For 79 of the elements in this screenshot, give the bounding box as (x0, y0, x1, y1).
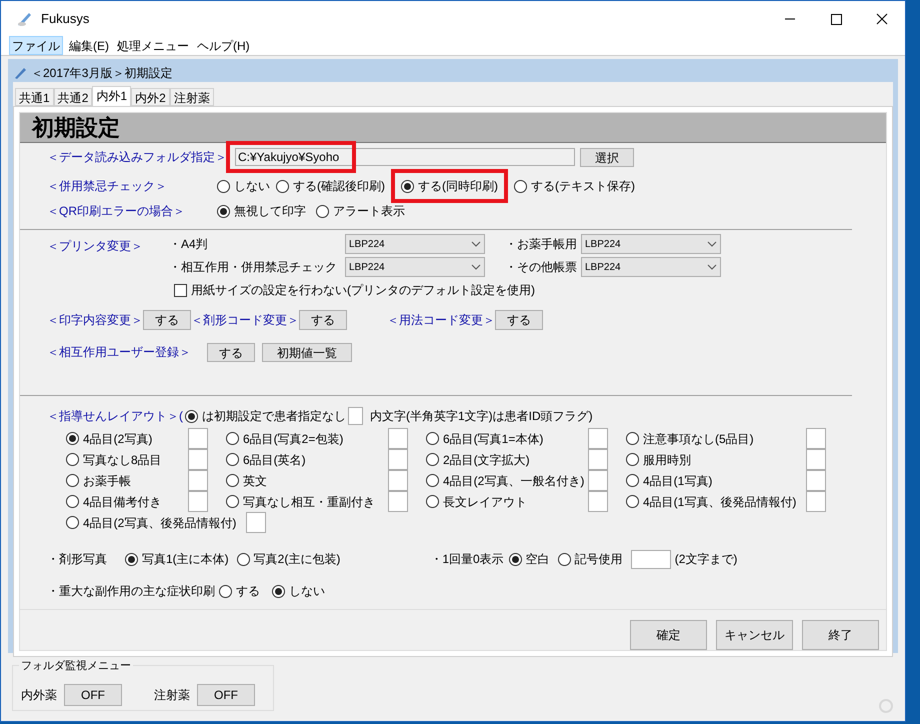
menu-item[interactable]: ファイル (9, 36, 63, 55)
section-label: ＜印字内容変更＞ (47, 312, 143, 329)
field-label: ・相互作用・併用禁忌チェック (169, 259, 338, 276)
field-label: ・1回量0表示 (430, 551, 504, 568)
radio-option[interactable]: 記号使用 (558, 550, 623, 568)
section-label: ＜データ読み込みフォルダ指定＞ (47, 149, 225, 166)
printer-dropdown[interactable]: LBP224 (581, 257, 721, 277)
radio-option[interactable]: 英文 (226, 472, 267, 490)
window-title: Fukusys (41, 10, 90, 28)
radio-option[interactable]: 4品目備考付き (66, 492, 162, 510)
section-label: ＜プリンタ変更＞ (47, 238, 144, 255)
radio-option[interactable]: 服用時別 (626, 450, 691, 468)
tab[interactable]: 共通1 (15, 88, 54, 106)
section-label: ＜剤形コード変更＞ (191, 312, 299, 329)
radio-option[interactable]: 4品目(2写真) (66, 430, 152, 448)
section-label: ＜併用禁忌チェック＞ (47, 178, 168, 195)
section-heading: 初期設定 (20, 113, 886, 143)
action-button[interactable]: する (299, 310, 347, 330)
radio-option[interactable]: 6品目(写真2=包装) (226, 430, 344, 448)
field-label: ・重大な副作用の主な症状印刷 (47, 583, 215, 600)
action-button[interactable]: OFF (197, 684, 255, 706)
tab[interactable]: 内外1 (92, 86, 132, 106)
dialog-title: ＜2017年3月版＞初期設定 (31, 65, 172, 82)
action-button[interactable]: キャンセル (716, 620, 793, 650)
printer-dropdown[interactable]: LBP224 (345, 234, 485, 254)
section-label: ＜指導せんレイアウト＞( (47, 408, 183, 425)
radio-option[interactable]: する(確認後印刷) (276, 177, 385, 195)
radio-option[interactable]: 写真なし相互・重副付き (226, 492, 375, 510)
action-button[interactable]: 初期値一覧 (262, 342, 352, 362)
action-button[interactable]: する (143, 310, 191, 330)
action-button[interactable]: OFF (64, 684, 122, 706)
folder-path-field[interactable]: C:¥Yakujyo¥Syoho (235, 148, 575, 166)
radio-option[interactable]: しない (217, 177, 270, 195)
radio-option[interactable]: 空白 (508, 550, 550, 568)
action-button[interactable]: する (207, 342, 255, 362)
radio-option[interactable]: 6品目(写真1=本体) (426, 430, 544, 448)
radio-option[interactable]: 4品目(1写真、後発品情報付) (626, 492, 796, 510)
radio-option[interactable]: 4品目(1写真) (626, 472, 712, 490)
field-label: ・剤形写真 (47, 551, 108, 568)
note-text: (2文字まで) (674, 551, 738, 568)
field-label: 注射薬 (154, 687, 190, 704)
radio-option[interactable]: お薬手帳 (66, 472, 131, 490)
radio-option[interactable]: 2品目(文字拡大) (426, 450, 530, 468)
action-button[interactable]: 選択 (580, 148, 634, 166)
radio-option[interactable]: は初期設定で患者指定なし (185, 407, 346, 425)
field-label: 内外薬 (21, 687, 57, 704)
menu-item[interactable]: 編集(E) (67, 36, 111, 55)
field-label: ・その他帳票 (504, 259, 578, 276)
radio-option[interactable]: しない (272, 582, 325, 600)
action-button[interactable]: 終了 (802, 620, 879, 650)
field-label: ・A4判 (169, 236, 209, 253)
field-label: ・お薬手帳用 (504, 236, 578, 253)
menu-item[interactable]: 処理メニュー (115, 36, 191, 55)
action-button[interactable]: する (495, 310, 543, 330)
section-label: ＜用法コード変更＞ (387, 312, 495, 329)
tab[interactable]: 共通2 (54, 88, 92, 106)
section-label: ＜QR印刷エラーの場合＞ (47, 203, 186, 220)
radio-option[interactable]: アラート表示 (316, 202, 405, 220)
radio-option[interactable]: 長文レイアウト (426, 492, 527, 510)
section-label: ＜相互作用ユーザー登録＞ (47, 344, 192, 361)
action-button[interactable]: 確定 (630, 620, 707, 650)
radio-option[interactable]: 写真2(主に包装) (236, 550, 340, 568)
tab[interactable]: 注射薬 (170, 88, 214, 106)
radio-option[interactable]: する(同時印刷) (401, 177, 498, 195)
tab[interactable]: 内外2 (131, 88, 170, 106)
printer-dropdown[interactable]: LBP224 (345, 257, 485, 277)
radio-option[interactable]: する(テキスト保存) (514, 177, 635, 195)
checkbox-option[interactable]: 用紙サイズの設定を行わない(プリンタのデフォルト設定を使用) (174, 281, 721, 299)
radio-option[interactable]: 写真なし8品目 (66, 450, 162, 468)
radio-option[interactable]: 注意事項なし(5品目) (626, 430, 754, 448)
printer-dropdown[interactable]: LBP224 (581, 234, 721, 254)
radio-option[interactable]: 4品目(2写真、後発品情報付) (66, 514, 236, 532)
menu-item[interactable]: ヘルプ(H) (195, 36, 252, 55)
radio-option[interactable]: 6品目(英名) (226, 450, 306, 468)
note-text: 内文字(半角英字1文字)は患者ID頭フラグ) (370, 408, 593, 425)
radio-option[interactable]: する (219, 582, 260, 600)
radio-option[interactable]: 写真1(主に本体) (125, 550, 229, 568)
radio-option[interactable]: 4品目(2写真、一般名付き) (426, 472, 584, 490)
radio-option[interactable]: 無視して印字 (217, 202, 306, 220)
